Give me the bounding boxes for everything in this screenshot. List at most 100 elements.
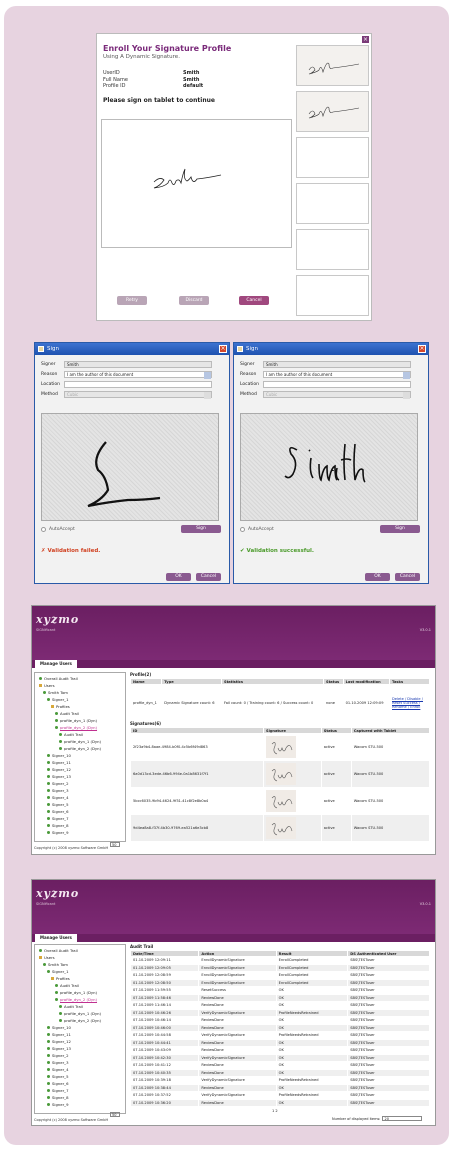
autoaccept-option[interactable]: AutoAccept bbox=[41, 527, 75, 532]
reason-select[interactable]: I am the author of this document bbox=[263, 371, 411, 379]
ok-button[interactable]: OK bbox=[166, 573, 191, 581]
tree-node[interactable]: Smith Tom bbox=[43, 690, 68, 695]
tree-node[interactable]: Users bbox=[39, 955, 55, 960]
location-input[interactable] bbox=[263, 381, 411, 388]
table-row[interactable]: 07.10.2009 11:58:46 ReviewDone OK SBS\TESTu… bbox=[129, 993, 430, 1002]
tree-node[interactable]: Signer_4 bbox=[47, 795, 69, 800]
cancel-button[interactable]: Cancel bbox=[196, 573, 221, 581]
tree-node[interactable]: Signer_7 bbox=[47, 816, 69, 821]
signature-pad[interactable] bbox=[41, 413, 219, 521]
table-row[interactable]: 07.10.2009 11:46:14 ReviewDone OK SBS\TESTu… bbox=[129, 1001, 430, 1010]
method-select[interactable]: Cubic bbox=[263, 391, 411, 399]
cancel-button[interactable]: Cancel bbox=[395, 573, 420, 581]
tree-node[interactable]: Signer_2 bbox=[47, 1053, 69, 1058]
tree-node[interactable]: Signer_8 bbox=[47, 1095, 69, 1100]
location-input[interactable] bbox=[64, 381, 212, 388]
table-row[interactable]: 07.10.2009 10:41:12 ReviewDone OK SBS\TESTu… bbox=[129, 1061, 430, 1070]
chevron-down-icon[interactable] bbox=[204, 372, 211, 379]
tree-node[interactable]: Signer_13 bbox=[47, 1046, 71, 1051]
reason-select[interactable]: I am the author of this document bbox=[64, 371, 212, 379]
per-page-select[interactable]: 20 bbox=[382, 1116, 423, 1121]
tree-node[interactable]: profile_dyn_2 (Dyn) bbox=[59, 1018, 101, 1023]
table-row[interactable]: 01.10.2009 12:09:05 EnrollDynamicSignatur… bbox=[129, 963, 430, 972]
tree-node[interactable]: Signer_4 bbox=[47, 1067, 69, 1072]
close-icon[interactable]: × bbox=[219, 345, 227, 353]
signature-pad[interactable] bbox=[101, 119, 292, 248]
tree-node[interactable]: Signer_7 bbox=[47, 1088, 69, 1093]
sign-button[interactable]: Sign bbox=[380, 525, 420, 533]
chevron-down-icon[interactable] bbox=[403, 392, 410, 399]
tree-node[interactable]: profile_dyn_1 (Dyn) bbox=[55, 718, 97, 723]
page-size-select[interactable]: 50 bbox=[108, 1112, 120, 1117]
page-size-select[interactable]: 50 bbox=[108, 842, 120, 847]
tab-manage-users[interactable]: Manage Users bbox=[35, 660, 77, 668]
signature-pad[interactable] bbox=[240, 413, 418, 521]
tree-node[interactable]: Overall Audit Trail bbox=[39, 948, 78, 953]
table-row[interactable]: 2f23a9b4-8aae-4984-b0f0-4c5b6f49d863 acti… bbox=[129, 733, 431, 761]
table-row[interactable]: 01.10.2009 12:09:11 EnrollDynamicSignatur… bbox=[129, 956, 430, 965]
tree-node[interactable]: Audit Trail bbox=[55, 983, 79, 988]
table-row[interactable]: 07.10.2009 10:42:30 VerifyDynamicSignatur… bbox=[129, 1053, 430, 1062]
table-row[interactable]: 07.10.2009 10:44:41 ReviewDone OK SBS\TESTu… bbox=[129, 1038, 430, 1047]
tree-node[interactable]: Profiles bbox=[51, 976, 70, 981]
tree-node[interactable]: Audit Trail bbox=[59, 1004, 83, 1009]
table-row[interactable]: 07.10.2009 10:40:35 ReviewDone OK SBS\TESTu… bbox=[129, 1068, 430, 1077]
tree-node[interactable]: Signer_6 bbox=[47, 809, 69, 814]
tree-node[interactable]: Signer_12 bbox=[47, 1039, 71, 1044]
tree-node[interactable]: Signer_11 bbox=[47, 760, 71, 765]
pager-links[interactable]: 1 2 bbox=[272, 1109, 278, 1113]
table-row[interactable]: 9d4ea8a8-f37f-4b30-9769-ea521a6e3cb8 acti… bbox=[129, 814, 431, 842]
tree-node[interactable]: Signer_6 bbox=[47, 1081, 69, 1086]
tree-node[interactable]: profile_dyn_2 (Dyn) bbox=[59, 746, 101, 751]
tree-node[interactable]: Signer_3 bbox=[47, 1060, 69, 1065]
autoaccept-option[interactable]: AutoAccept bbox=[240, 527, 274, 532]
tree-node[interactable]: Signer_13 bbox=[47, 774, 71, 779]
tab-manage-users[interactable]: Manage Users bbox=[35, 934, 77, 942]
tree-node[interactable]: Signer_2 bbox=[47, 781, 69, 786]
autoaccept-radio[interactable] bbox=[240, 527, 245, 532]
tree-node[interactable]: profile_dyn_2 (Dyn) bbox=[55, 725, 97, 730]
table-row[interactable]: 07.10.2009 10:43:09 ReviewDone OK SBS\TESTu… bbox=[129, 1046, 430, 1055]
cancel-button[interactable]: Cancel bbox=[239, 296, 269, 305]
autoaccept-radio[interactable] bbox=[41, 527, 46, 532]
tree-node[interactable]: profile_dyn_2 (Dyn) bbox=[55, 997, 97, 1002]
tree-node[interactable]: Signer_10 bbox=[47, 753, 71, 758]
table-row[interactable]: 07.10.2009 10:36:20 ReviewDone OK SBS\TESTu… bbox=[129, 1098, 430, 1107]
table-row[interactable]: profile_dyn_1 Dynamic Signature count: 6… bbox=[129, 684, 430, 721]
retry-button[interactable]: Retry bbox=[117, 296, 147, 305]
table-row[interactable]: 07.10.2009 10:46:14 ReviewDone OK SBS\TESTu… bbox=[129, 1016, 430, 1025]
table-row[interactable]: 07.10.2009 10:39:18 VerifyDynamicSignatur… bbox=[129, 1076, 430, 1085]
discard-button[interactable]: Discard bbox=[179, 296, 209, 305]
table-row[interactable]: 6a0d13cd-3ede-46b6-994e-0a1b8631f7f1 acti… bbox=[129, 760, 431, 788]
tree-node[interactable]: Profiles bbox=[51, 704, 70, 709]
table-row[interactable]: 07.10.2009 10:37:52 VerifyDynamicSignatur… bbox=[129, 1091, 430, 1100]
close-icon[interactable]: × bbox=[418, 345, 426, 353]
tree-node[interactable]: Signer_9 bbox=[47, 830, 69, 835]
table-row[interactable]: 5bcc6035-9b94-4624-9f31-41c8f2e8b0a4 acti… bbox=[129, 787, 431, 815]
tree-node[interactable]: Signer_1 bbox=[47, 969, 69, 974]
tree-node[interactable]: Signer_9 bbox=[47, 1102, 69, 1107]
table-row[interactable]: 01.10.2009 12:08:59 EnrollDynamicSignatur… bbox=[129, 971, 430, 980]
tree-node[interactable]: Audit Trail bbox=[59, 732, 83, 737]
sign-button[interactable]: Sign bbox=[181, 525, 221, 533]
table-row[interactable]: 07.10.2009 10:46:26 VerifyDynamicSignatur… bbox=[129, 1008, 430, 1017]
tree-node[interactable]: Signer_3 bbox=[47, 788, 69, 793]
tree-node[interactable]: Users bbox=[39, 683, 55, 688]
profile-tasks[interactable]: Delete / Disable / Reset Success / Renam… bbox=[389, 684, 430, 721]
chevron-down-icon[interactable] bbox=[403, 372, 410, 379]
tree-node[interactable]: Signer_12 bbox=[47, 767, 71, 772]
tree-node[interactable]: Signer_11 bbox=[47, 1032, 71, 1037]
tree-node[interactable]: Signer_1 bbox=[47, 697, 69, 702]
ok-button[interactable]: OK bbox=[365, 573, 390, 581]
tree-node[interactable]: Signer_8 bbox=[47, 823, 69, 828]
tree-node[interactable]: Signer_5 bbox=[47, 1074, 69, 1079]
table-row[interactable]: 07.10.2009 10:46:00 ReviewDone OK SBS\TESTu… bbox=[129, 1023, 430, 1032]
tree-node[interactable]: Overall Audit Trail bbox=[39, 676, 78, 681]
table-row[interactable]: 01.10.2009 12:08:50 EnrollDynamicSignatur… bbox=[129, 978, 430, 987]
tree-node[interactable]: profile_dyn_1 (Dyn) bbox=[59, 739, 101, 744]
tree-node[interactable]: Audit Trail bbox=[55, 711, 79, 716]
tree-node[interactable]: Signer_5 bbox=[47, 802, 69, 807]
method-select[interactable]: Cubic bbox=[64, 391, 212, 399]
tree-node[interactable]: profile_dyn_1 (Dyn) bbox=[55, 990, 97, 995]
tree-node[interactable]: Signer_10 bbox=[47, 1025, 71, 1030]
